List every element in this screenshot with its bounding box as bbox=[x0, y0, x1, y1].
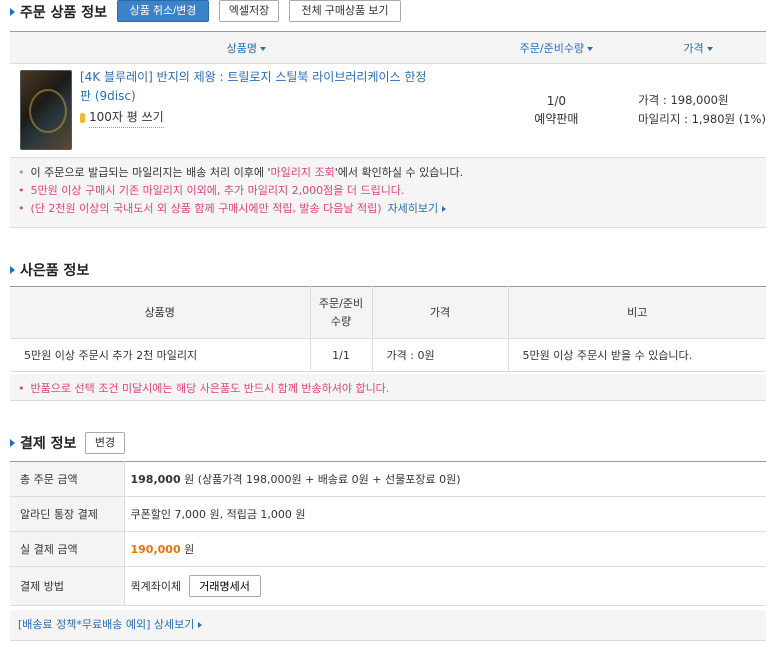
mileage-lookup-link[interactable]: 마일리지 조회 bbox=[271, 164, 335, 182]
actual-payment-label: 실 결제 금액 bbox=[10, 531, 125, 567]
gift-table: 상품명 주문/준비 수량 가격 비고 5만원 이상 주문시 추가 2천 마일리지 … bbox=[10, 286, 766, 372]
item-price: 가격 : 198,000원 bbox=[638, 92, 729, 107]
actual-payment-value: 190,000 원 bbox=[124, 531, 766, 567]
gift-note: 5만원 이상 주문시 받을 수 있습니다. bbox=[507, 338, 766, 372]
product-thumbnail[interactable] bbox=[20, 69, 72, 150]
see-more-link[interactable]: 자세히보기 bbox=[388, 200, 439, 218]
gift-qty: 1/1 bbox=[309, 338, 373, 372]
shipping-policy-link[interactable]: [배송료 정책*무료배송 예외] 상세보기 bbox=[18, 616, 194, 634]
table-row: [4K 블루레이] 반지의 제왕 : 트릴로지 스틸북 라이브러리케이스 한정 … bbox=[10, 64, 766, 156]
product-name-link[interactable]: [4K 블루레이] 반지의 제왕 : 트릴로지 스틸북 라이브러리케이스 한정 … bbox=[80, 68, 426, 106]
order-notice-box: • 이 주문으로 발급되는 마일리지는 배송 처리 이후에 ' 마일리지 조회 '에서… bbox=[10, 157, 766, 228]
table-row: 알라딘 통장 결제 쿠폰할인 7,000 원, 적립금 1,000 원 bbox=[10, 496, 766, 532]
payment-section-title: 결제 정보 bbox=[10, 433, 76, 453]
table-row: 총 주문 금액 198,000 원 (상품가격 198,000원 + 배송료 0… bbox=[10, 461, 766, 497]
total-amount-label: 총 주문 금액 bbox=[10, 461, 125, 497]
cancel-change-button[interactable]: 상품 취소/변경 bbox=[117, 0, 209, 22]
gift-col-price: 가격 bbox=[371, 286, 509, 339]
order-product-table: 상품명 주문/준비수량 가격 [4K 블루레이] 반지의 제왕 : 트릴로지 스… bbox=[10, 31, 766, 156]
sort-caret-icon bbox=[587, 46, 594, 51]
gift-col-qty: 주문/준비 수량 bbox=[309, 286, 373, 339]
gift-col-note: 비고 bbox=[507, 286, 766, 339]
table-row: 결제 방법 퀵계좌이체 거래명세서 bbox=[10, 566, 766, 606]
gift-section-title: 사은품 정보 bbox=[10, 260, 89, 280]
payment-table: 총 주문 금액 198,000 원 (상품가격 198,000원 + 배송료 0… bbox=[10, 461, 766, 606]
gift-price: 가격 : 0원 bbox=[371, 338, 509, 372]
order-qty: 1/0 bbox=[546, 93, 567, 108]
item-mileage: 마일리지 : 1,980원 (1%) bbox=[638, 111, 766, 126]
col-header-qty[interactable]: 주문/준비수량 bbox=[482, 31, 631, 64]
review-write-link[interactable]: 100자 평 쓰기 bbox=[80, 108, 426, 128]
total-amount-value: 198,000 원 (상품가격 198,000원 + 배송료 0원 + 선물포장… bbox=[124, 461, 766, 497]
pencil-icon bbox=[80, 112, 85, 123]
order-section-title: 주문 상품 정보 bbox=[10, 2, 107, 22]
table-row: 5만원 이상 주문시 추가 2천 마일리지 1/1 가격 : 0원 5만원 이상… bbox=[10, 338, 766, 372]
excel-save-button[interactable]: 엑셀저장 bbox=[219, 0, 279, 22]
sort-caret-icon bbox=[706, 46, 713, 51]
col-header-product[interactable]: 상품명 bbox=[10, 31, 483, 64]
payment-method-value: 퀵계좌이체 거래명세서 bbox=[124, 566, 766, 606]
discount-label: 알라딘 통장 결제 bbox=[10, 496, 125, 532]
payment-method-label: 결제 방법 bbox=[10, 566, 125, 606]
qty-status: 예약판매 bbox=[534, 111, 579, 126]
arrow-right-icon bbox=[198, 622, 203, 628]
section-marker-icon bbox=[10, 8, 15, 16]
arrow-right-icon bbox=[442, 206, 447, 212]
view-all-purchases-button[interactable]: 전체 구매상품 보기 bbox=[289, 0, 401, 22]
table-row: 실 결제 금액 190,000 원 bbox=[10, 531, 766, 567]
discount-value: 쿠폰할인 7,000 원, 적립금 1,000 원 bbox=[124, 496, 766, 532]
gift-notice-box: • 반품으로 선택 조건 미달시에는 해당 사은품도 반드시 함께 반송하셔야 합… bbox=[10, 374, 766, 401]
section-marker-icon bbox=[10, 266, 15, 274]
gift-col-name: 상품명 bbox=[10, 286, 311, 339]
gift-name: 5만원 이상 주문시 추가 2천 마일리지 bbox=[10, 338, 311, 372]
sort-caret-icon bbox=[260, 46, 267, 51]
receipt-button[interactable]: 거래명세서 bbox=[188, 575, 261, 597]
section-marker-icon bbox=[10, 439, 15, 447]
payment-change-button[interactable]: 변경 bbox=[85, 432, 125, 454]
shipping-policy-box: [배송료 정책*무료배송 예외] 상세보기 bbox=[10, 610, 766, 641]
col-header-price[interactable]: 가격 bbox=[630, 31, 766, 64]
